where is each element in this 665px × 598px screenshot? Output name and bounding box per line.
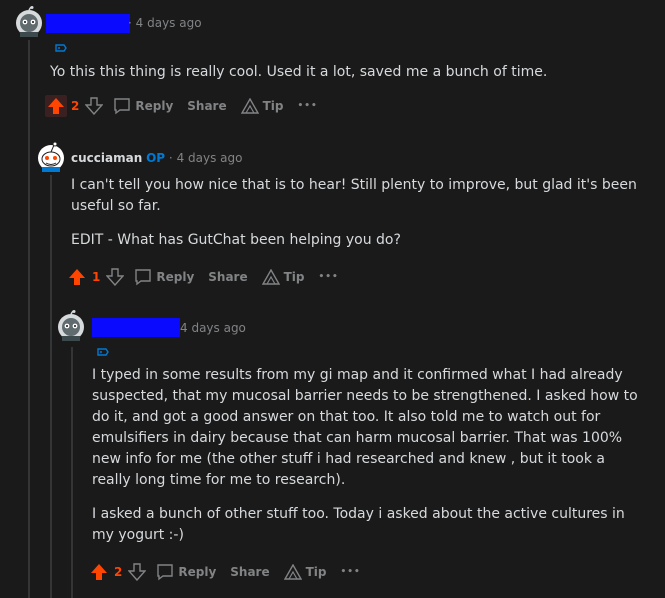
tip-button[interactable]: Tip <box>283 564 327 580</box>
tip-label: Tip <box>305 565 327 579</box>
share-label: Share <box>187 99 227 113</box>
reply-label: Reply <box>178 565 217 579</box>
separator: · <box>168 151 173 165</box>
thread-line[interactable] <box>71 347 73 598</box>
more-options-button[interactable]: ••• <box>319 272 339 282</box>
tip-button[interactable]: Tip <box>240 98 284 114</box>
comment-bubble-icon <box>114 98 131 115</box>
comment-body: Yo this this thing is really cool. Used … <box>50 62 630 96</box>
comment-paragraph: I asked a bunch of other stuff too. Toda… <box>92 506 625 543</box>
more-options-button[interactable]: ••• <box>298 101 318 111</box>
vote-count: 2 <box>71 99 80 113</box>
upvote-button[interactable] <box>88 561 110 583</box>
downvote-icon <box>128 563 147 581</box>
comment-meta: · 4 days ago <box>128 16 202 30</box>
reply-button[interactable]: Reply <box>134 268 194 286</box>
comment-paragraph: I typed in some results from my gi map a… <box>92 367 638 488</box>
share-button[interactable]: Share <box>187 99 226 113</box>
tip-icon <box>261 269 280 285</box>
share-button[interactable]: Share <box>230 565 269 579</box>
tip-label: Tip <box>262 99 284 113</box>
comment-paragraph: EDIT - What has GutChat been helping you… <box>71 232 401 248</box>
downvote-button[interactable] <box>104 266 126 288</box>
op-badge: OP <box>146 151 166 165</box>
comment-bubble-icon <box>135 269 152 286</box>
timestamp[interactable]: 4 days ago <box>180 321 246 335</box>
tip-icon <box>283 564 302 580</box>
upvote-button[interactable] <box>45 95 67 117</box>
downvote-button[interactable] <box>83 95 105 117</box>
avatar[interactable] <box>36 140 66 172</box>
comment-meta: 4 days ago <box>180 321 246 335</box>
reply-label: Reply <box>156 270 195 284</box>
vote-count: 1 <box>92 270 101 284</box>
comment-actions: 2 Reply Share Tip ••• <box>88 560 375 584</box>
downvote-button[interactable] <box>126 561 148 583</box>
tip-icon <box>240 98 259 114</box>
vote-count: 2 <box>114 565 123 579</box>
comment-body: I can't tell you how nice that is to hea… <box>71 175 641 264</box>
downvote-icon <box>106 268 125 286</box>
more-icon: ••• <box>297 101 318 111</box>
reply-button[interactable]: Reply <box>113 97 173 115</box>
avatar[interactable] <box>56 310 86 342</box>
thread-line[interactable] <box>28 40 30 598</box>
downvote-icon <box>85 97 104 115</box>
share-button[interactable]: Share <box>208 270 247 284</box>
comment-meta: cucciaman OP · 4 days ago <box>71 151 242 165</box>
redacted-username <box>46 14 130 33</box>
upvote-icon <box>91 564 107 580</box>
tip-button[interactable]: Tip <box>261 269 305 285</box>
comment-paragraph: I can't tell you how nice that is to hea… <box>71 177 637 214</box>
comment-body: I typed in some results from my gi map a… <box>92 365 640 559</box>
timestamp[interactable]: 4 days ago <box>177 151 243 165</box>
flair-icon <box>55 44 67 52</box>
thread-line[interactable] <box>50 175 52 598</box>
timestamp[interactable]: 4 days ago <box>136 16 202 30</box>
comment-actions: 2 Reply Share Tip ••• <box>45 94 332 118</box>
more-icon: ••• <box>318 272 339 282</box>
redacted-username <box>92 318 180 337</box>
tip-label: Tip <box>283 270 305 284</box>
avatar[interactable] <box>14 6 44 38</box>
upvote-button[interactable] <box>66 266 88 288</box>
author-name[interactable]: cucciaman <box>71 151 142 165</box>
share-label: Share <box>230 565 270 579</box>
comment-bubble-icon <box>157 564 174 581</box>
upvote-icon <box>69 269 85 285</box>
more-icon: ••• <box>340 567 361 577</box>
comment-paragraph: Yo this this thing is really cool. Used … <box>50 64 548 80</box>
reply-button[interactable]: Reply <box>156 563 216 581</box>
upvote-icon <box>48 98 64 114</box>
flair-icon <box>97 348 109 356</box>
share-label: Share <box>208 270 248 284</box>
reply-label: Reply <box>135 99 174 113</box>
more-options-button[interactable]: ••• <box>341 567 361 577</box>
comment-actions: 1 Reply Share Tip ••• <box>66 265 353 289</box>
